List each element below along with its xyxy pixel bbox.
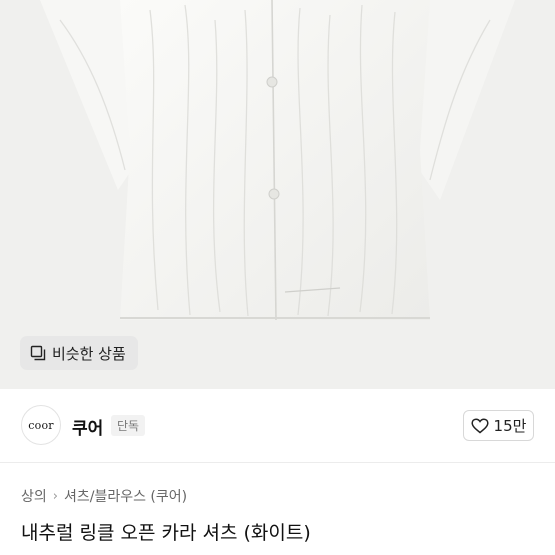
similar-products-label: 비슷한 상품 [52,344,126,363]
similar-products-button[interactable]: 비슷한 상품 [20,336,138,370]
breadcrumb-item-category[interactable]: 상의 [21,486,47,506]
exclusive-badge: 단독 [111,415,146,436]
brand-logo-text: coor [28,418,54,432]
like-button[interactable]: 15만 [463,410,534,441]
product-image[interactable] [0,0,555,389]
shirt-illustration [0,0,555,389]
like-count: 15만 [493,417,527,435]
brand-name[interactable]: 쿠어 [72,414,103,439]
chevron-right-icon: › [52,488,58,504]
similar-products-icon [30,345,46,361]
brand-logo[interactable]: coor [21,405,61,445]
breadcrumb: 상의 › 셔츠/블라우스 (쿠어) [21,486,187,506]
breadcrumb-item-subcategory[interactable]: 셔츠/블라우스 (쿠어) [64,486,187,506]
heart-outline-icon [470,417,489,434]
product-title: 내추럴 링클 오픈 카라 셔츠 (화이트) [21,522,311,544]
